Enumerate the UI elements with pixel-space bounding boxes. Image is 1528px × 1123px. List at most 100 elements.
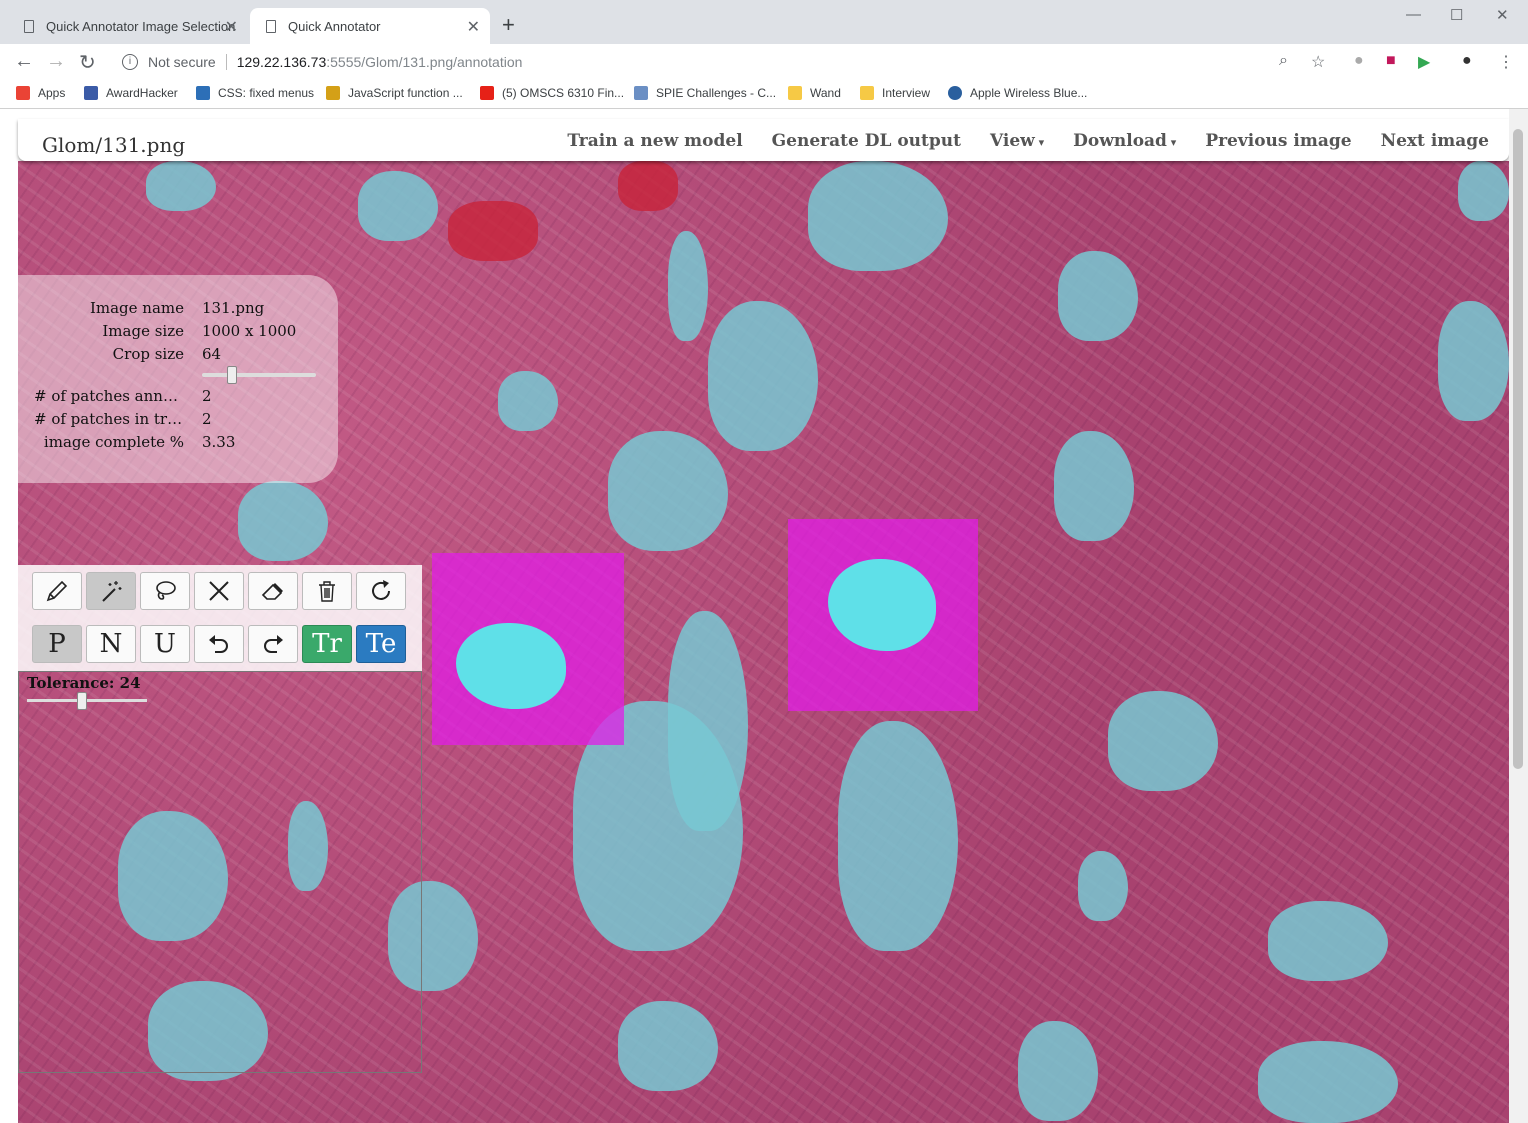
bookmark-javascript[interactable]: JavaScript function ... xyxy=(326,86,463,100)
new-tab-icon[interactable]: + xyxy=(502,12,515,38)
menu-icon[interactable]: ⋮ xyxy=(1498,52,1514,72)
annotated-patch[interactable] xyxy=(432,553,624,745)
bookmark-label: Interview xyxy=(882,86,931,100)
awardhacker-icon xyxy=(84,86,98,100)
bookmark-css[interactable]: CSS: fixed menus xyxy=(196,86,314,100)
close-window-icon[interactable]: ✕ xyxy=(1496,6,1509,24)
clear-button[interactable] xyxy=(302,572,352,610)
bookmark-interview[interactable]: Interview xyxy=(860,86,930,100)
js-icon xyxy=(326,86,340,100)
tab-quick-annotator[interactable]: Quick Annotator ✕ xyxy=(250,8,490,44)
bookmark-wand[interactable]: Wand xyxy=(788,86,841,100)
unknown-class-button[interactable]: U xyxy=(140,625,190,663)
document-icon xyxy=(266,19,276,33)
bookmark-apple-wireless[interactable]: Apple Wireless Blue... xyxy=(948,86,1087,100)
undo-button[interactable] xyxy=(194,625,244,663)
previous-image-link[interactable]: Previous image xyxy=(1205,131,1351,151)
refresh-button[interactable] xyxy=(356,572,406,610)
delete-annotation-button[interactable] xyxy=(194,572,244,610)
page-scrollbar[interactable] xyxy=(1509,109,1528,1123)
bookmark-awardhacker[interactable]: AwardHacker xyxy=(84,86,178,100)
bookmark-omscs[interactable]: (5) OMSCS 6310 Fin... xyxy=(480,86,624,100)
prediction-region xyxy=(618,1001,718,1091)
extension-icon[interactable]: ■ xyxy=(1386,52,1396,70)
prediction-region xyxy=(708,301,818,451)
info-value: 131.png xyxy=(202,299,265,317)
train-model-link[interactable]: Train a new model xyxy=(567,131,742,151)
close-tab-icon[interactable]: ✕ xyxy=(467,17,480,37)
positive-class-button[interactable]: P xyxy=(32,625,82,663)
reload-icon[interactable]: ↻ xyxy=(79,50,96,75)
tolerance-slider[interactable] xyxy=(27,692,147,710)
prediction-region xyxy=(608,431,728,551)
image-info-panel: Image name 131.png Image size 1000 x 100… xyxy=(18,275,338,483)
crop-size-slider[interactable] xyxy=(202,366,316,384)
maximize-icon[interactable]: ☐ xyxy=(1450,6,1463,24)
folder-icon xyxy=(788,86,802,100)
scrollbar-thumb[interactable] xyxy=(1513,129,1523,769)
info-key: # of patches in training xyxy=(34,410,184,428)
extension-icon[interactable]: ● xyxy=(1354,52,1364,70)
tab-title: Quick Annotator xyxy=(288,18,381,34)
bookmark-label: AwardHacker xyxy=(106,86,178,100)
train-set-button[interactable]: Tr xyxy=(302,625,352,663)
prediction-region xyxy=(1078,851,1128,921)
prediction-region xyxy=(668,231,708,341)
slider-thumb[interactable] xyxy=(227,366,237,384)
app-navbar: Glom/131.png Train a new model Generate … xyxy=(18,119,1509,161)
divider xyxy=(225,54,227,70)
bookmark-star-icon[interactable]: ☆ xyxy=(1311,52,1325,72)
close-tab-icon[interactable]: ✕ xyxy=(225,17,238,37)
play-extension-icon[interactable]: ▶ xyxy=(1418,52,1430,72)
negative-class-button[interactable]: N xyxy=(86,625,136,663)
test-set-button[interactable]: Te xyxy=(356,625,406,663)
bookmark-label: Apple Wireless Blue... xyxy=(970,86,1088,100)
browser-tabstrip: Quick Annotator Image Selection ✕ Quick … xyxy=(0,0,1528,44)
prediction-region xyxy=(1438,301,1509,421)
info-value: 2 xyxy=(202,410,212,428)
page-title[interactable]: Glom/131.png xyxy=(42,133,185,157)
bookmarks-bar: Apps AwardHacker CSS: fixed menus JavaSc… xyxy=(0,80,1528,109)
page-viewport: Glom/131.png Train a new model Generate … xyxy=(0,109,1528,1123)
next-image-link[interactable]: Next image xyxy=(1381,131,1489,151)
magic-wand-tool-button[interactable] xyxy=(86,572,136,610)
generate-dl-output-link[interactable]: Generate DL output xyxy=(772,131,961,151)
zoom-icon[interactable]: ⌕ xyxy=(1279,52,1288,70)
info-row-patches-annotated: # of patches annotated 2 xyxy=(18,387,338,409)
prediction-region xyxy=(146,161,216,211)
prediction-region xyxy=(1018,1021,1098,1121)
prediction-region xyxy=(1108,691,1218,791)
info-icon[interactable]: i xyxy=(122,54,138,70)
magic-wand-icon xyxy=(102,581,122,602)
back-icon[interactable]: ← xyxy=(14,50,34,73)
info-row-image-complete: image complete % 3.33 xyxy=(18,433,338,455)
bookmark-label: SPIE Challenges - C... xyxy=(656,86,777,100)
eraser-tool-button[interactable] xyxy=(248,572,298,610)
forward-icon[interactable]: → xyxy=(46,50,66,73)
lasso-tool-button[interactable] xyxy=(140,572,190,610)
slider-thumb[interactable] xyxy=(77,692,87,710)
info-row-image-size: Image size 1000 x 1000 xyxy=(18,322,338,344)
nav-links: Train a new model Generate DL output Vie… xyxy=(567,131,1489,151)
bookmark-spie[interactable]: SPIE Challenges - C... xyxy=(634,86,776,100)
view-dropdown[interactable]: View xyxy=(990,131,1044,151)
info-value: 3.33 xyxy=(202,433,236,451)
bookmark-label: (5) OMSCS 6310 Fin... xyxy=(502,86,625,100)
vessel xyxy=(618,161,678,211)
prediction-region xyxy=(1258,1041,1398,1123)
info-row-crop-size: Crop size 64 xyxy=(18,345,338,367)
tab-image-selection[interactable]: Quick Annotator Image Selection ✕ xyxy=(8,8,248,44)
bookmark-apps[interactable]: Apps xyxy=(16,86,65,100)
annotated-patch[interactable] xyxy=(788,519,978,711)
redo-button[interactable] xyxy=(248,625,298,663)
tolerance-label: Tolerance: 24 xyxy=(27,674,141,692)
trash-icon xyxy=(319,581,335,602)
prediction-region xyxy=(1054,431,1134,541)
profile-avatar[interactable]: ● xyxy=(1462,52,1472,70)
tab-title: Quick Annotator Image Selection xyxy=(46,18,236,34)
download-dropdown[interactable]: Download xyxy=(1073,131,1176,151)
address-bar[interactable]: i Not secure 129.22.136.73:5555/Glom/131… xyxy=(112,48,1342,76)
minimize-icon[interactable]: — xyxy=(1406,6,1421,23)
info-key: image complete % xyxy=(43,433,184,451)
pencil-tool-button[interactable] xyxy=(32,572,82,610)
